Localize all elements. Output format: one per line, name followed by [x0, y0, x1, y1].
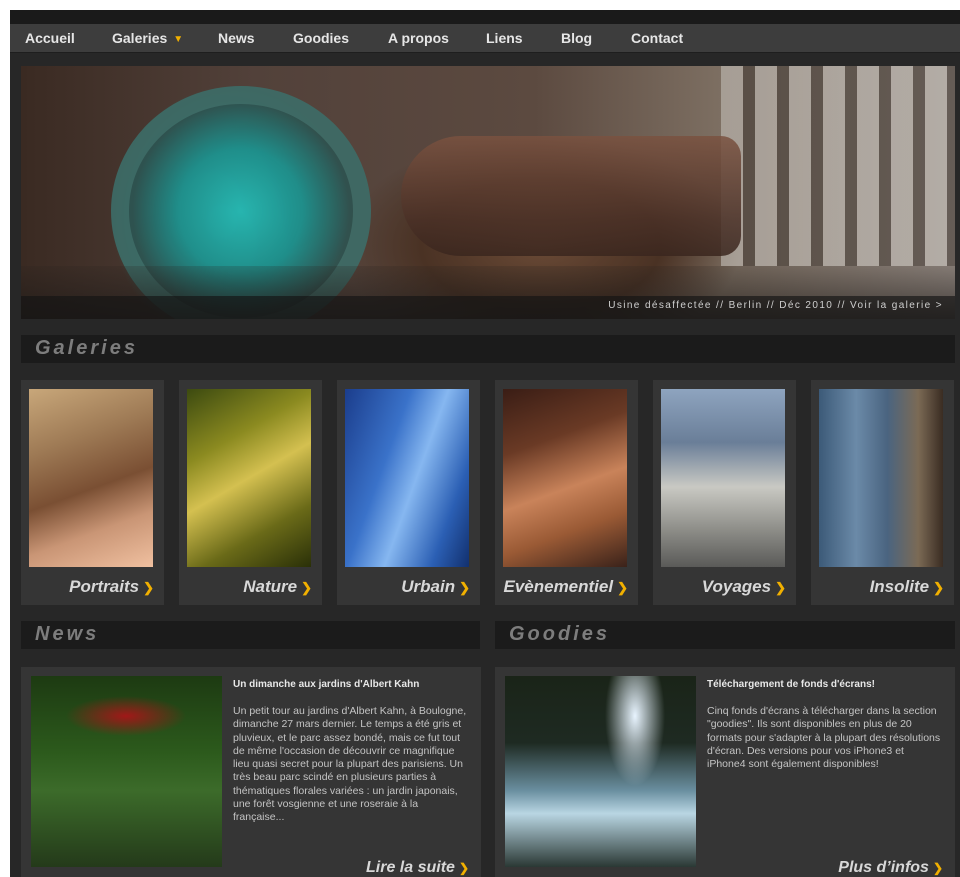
gallery-tile-voyages[interactable]: Voyages ❯ — [653, 380, 796, 605]
chevron-right-icon: ❯ — [301, 580, 312, 595]
gallery-label: Evènementiel ❯ — [503, 577, 628, 596]
gallery-thumbnail — [819, 389, 943, 567]
gallery-tile-urbain[interactable]: Urbain ❯ — [337, 380, 480, 605]
section-title: Goodies — [509, 623, 611, 645]
nav-item-news[interactable]: News — [218, 29, 255, 47]
gallery-label: Nature ❯ — [243, 577, 312, 596]
read-more-link[interactable]: Lire la suite ❯ — [366, 859, 469, 877]
gallery-thumbnail — [503, 389, 627, 567]
nav-item-a-propos[interactable]: A propos — [388, 29, 449, 47]
gallery-tile-nature[interactable]: Nature ❯ — [179, 380, 322, 605]
chevron-right-icon: ❯ — [459, 580, 470, 595]
gallery-label: Insolite ❯ — [869, 577, 944, 596]
hero-caption-bar: Usine désaffectée // Berlin // Déc 2010 … — [21, 296, 955, 319]
nav-item-galeries[interactable]: Galeries ▼ — [112, 29, 183, 47]
goodies-body: Cinq fonds d'écrans à télécharger dans l… — [707, 705, 941, 771]
goodies-image[interactable] — [505, 676, 696, 867]
gallery-tile-portraits[interactable]: Portraits ❯ — [21, 380, 164, 605]
chevron-right-icon: ❯ — [458, 861, 469, 875]
section-header-goodies: Goodies — [495, 621, 955, 649]
gallery-label: Voyages ❯ — [701, 577, 786, 596]
hero-image-windows — [721, 66, 955, 266]
goodies-panel: Téléchargement de fonds d'écrans! Cinq f… — [495, 667, 955, 877]
goodies-title[interactable]: Téléchargement de fonds d'écrans! — [707, 679, 947, 690]
chevron-right-icon: ❯ — [143, 580, 154, 595]
gallery-tile-insolite[interactable]: Insolite ❯ — [811, 380, 954, 605]
nav-item-label: Galeries — [112, 30, 168, 46]
gallery-label: Portraits ❯ — [69, 577, 154, 596]
news-body: Un petit tour au jardins d'Albert Kahn, … — [233, 705, 467, 824]
hero-image-machinery — [401, 136, 741, 256]
gallery-thumbnail — [661, 389, 785, 567]
chevron-down-icon: ▼ — [173, 34, 184, 45]
chevron-right-icon: ❯ — [932, 861, 943, 875]
gallery-tile-evenementiel[interactable]: Evènementiel ❯ — [495, 380, 638, 605]
chevron-right-icon: ❯ — [775, 580, 786, 595]
chevron-right-icon: ❯ — [933, 580, 944, 595]
nav-item-liens[interactable]: Liens — [486, 29, 523, 47]
chevron-right-icon: ❯ — [617, 580, 628, 595]
news-panel: Un dimanche aux jardins d'Albert Kahn Un… — [21, 667, 481, 877]
section-header-news: News — [21, 621, 480, 649]
news-image[interactable] — [31, 676, 222, 867]
main-nav: Accueil Galeries ▼ News Goodies A propos … — [10, 24, 960, 53]
page-frame: Accueil Galeries ▼ News Goodies A propos … — [10, 10, 960, 877]
hero-caption-link[interactable]: Usine désaffectée // Berlin // Déc 2010 … — [608, 300, 943, 311]
news-title[interactable]: Un dimanche aux jardins d'Albert Kahn — [233, 679, 473, 690]
nav-item-contact[interactable]: Contact — [631, 29, 683, 47]
gallery-thumbnail — [345, 389, 469, 567]
top-strip — [10, 10, 960, 24]
more-info-link[interactable]: Plus d’infos ❯ — [838, 859, 943, 877]
nav-item-blog[interactable]: Blog — [561, 29, 592, 47]
nav-item-goodies[interactable]: Goodies — [293, 29, 349, 47]
gallery-thumbnail — [29, 389, 153, 567]
gallery-label: Urbain ❯ — [401, 577, 470, 596]
hero-banner[interactable]: Usine désaffectée // Berlin // Déc 2010 … — [21, 66, 955, 319]
section-title: Galeries — [35, 337, 138, 359]
nav-item-accueil[interactable]: Accueil — [25, 29, 75, 47]
section-header-galeries: Galeries — [21, 335, 955, 363]
section-title: News — [35, 623, 100, 645]
gallery-thumbnail — [187, 389, 311, 567]
